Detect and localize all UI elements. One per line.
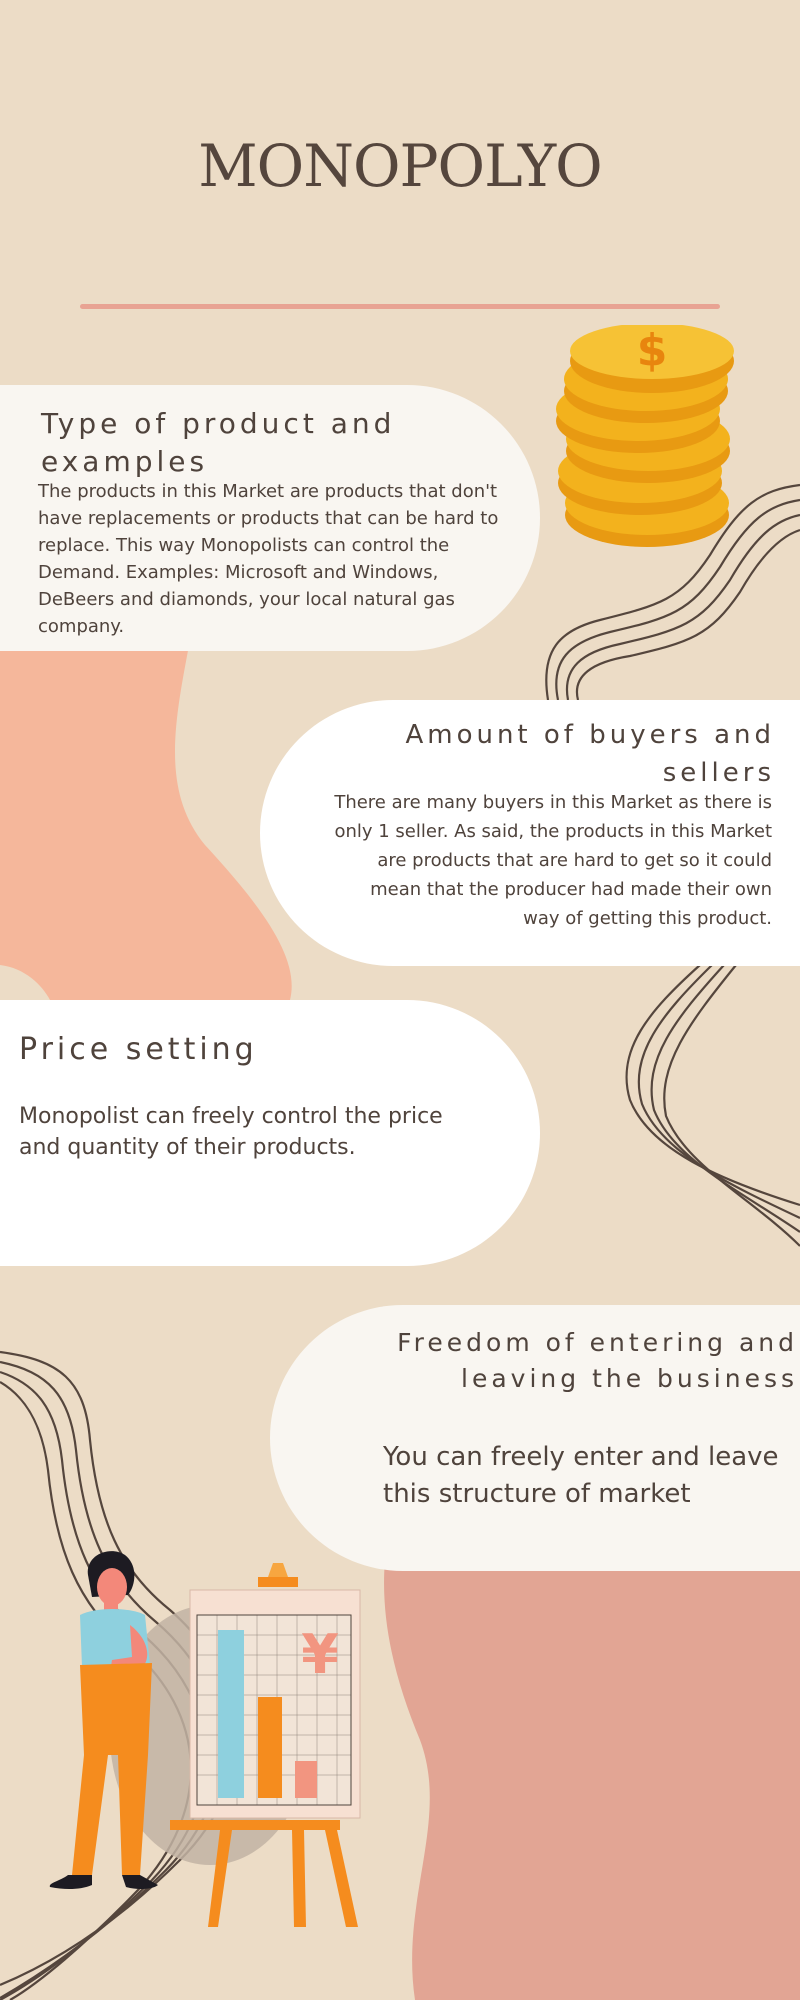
section-card-freedom: Freedom of entering and leaving the busi…: [270, 1305, 800, 1571]
woman-figure: [49, 1551, 158, 1890]
section-card-product-type: Type of product and examples The product…: [0, 385, 540, 651]
section-card-price-setting: Price setting Monopolist can freely cont…: [0, 1000, 540, 1266]
section-heading: Amount of buyers and sellers: [405, 720, 775, 788]
wavy-lines-middle: [625, 964, 800, 1247]
section-body: Monopolist can freely control the price …: [19, 1104, 443, 1160]
section-heading: Type of product and examples: [41, 407, 396, 478]
section-card-buyers-sellers: Amount of buyers and sellers There are m…: [260, 700, 800, 966]
coin-stack-icon: $: [556, 325, 734, 547]
section-heading: Freedom of entering and leaving the busi…: [397, 1328, 798, 1393]
section-body: You can freely enter and leave this stru…: [383, 1442, 779, 1509]
section-body: The products in this Market are products…: [38, 481, 499, 637]
yen-sign: ¥: [301, 1623, 339, 1686]
infographic-page: MONOPOLYO $ Type of product and examples…: [0, 0, 800, 2000]
dollar-sign: $: [637, 325, 668, 376]
bar-chart-easel-icon: ¥: [170, 1563, 361, 1927]
title-divider: [80, 304, 720, 309]
section-heading: Price setting: [19, 1032, 258, 1067]
thinking-woman-icon: ¥: [49, 1551, 361, 1927]
section-body: There are many buyers in this Market as …: [334, 792, 772, 929]
peach-blob: [0, 640, 292, 1000]
page-title: MONOPOLYO: [198, 132, 602, 200]
rose-blob: [384, 1560, 800, 2000]
